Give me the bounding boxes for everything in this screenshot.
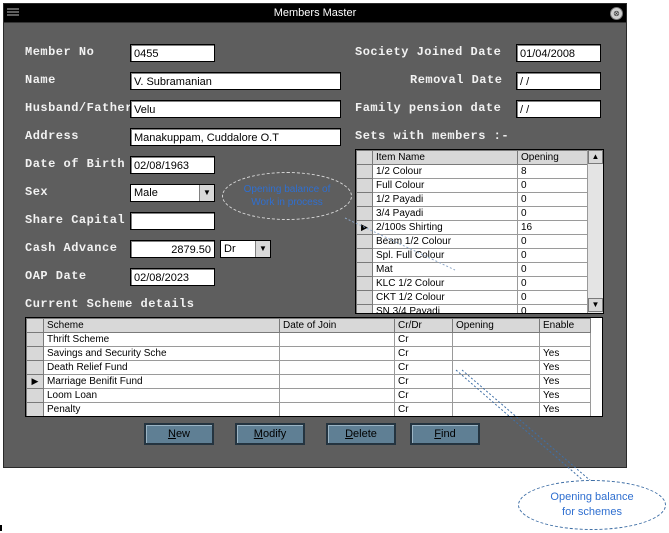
callout-opening-wip-line1: Opening balance of: [243, 184, 331, 195]
callout-connector-schemes: [455, 369, 586, 483]
callout-opening-schemes: Opening balance for schemes: [518, 480, 666, 530]
callout-opening-wip: Opening balance of Work in process: [222, 172, 352, 220]
callout-connectors: [344, 217, 593, 483]
callout-opening-schemes-line2: for schemes: [562, 506, 622, 518]
callout-opening-schemes-line1: Opening balance: [550, 491, 634, 503]
callout-connector-wip: [344, 217, 456, 271]
edge-mark: [0, 525, 2, 531]
callout-opening-wip-line2: Work in process: [251, 197, 323, 208]
callout-connector-schemes-2: [461, 369, 593, 483]
